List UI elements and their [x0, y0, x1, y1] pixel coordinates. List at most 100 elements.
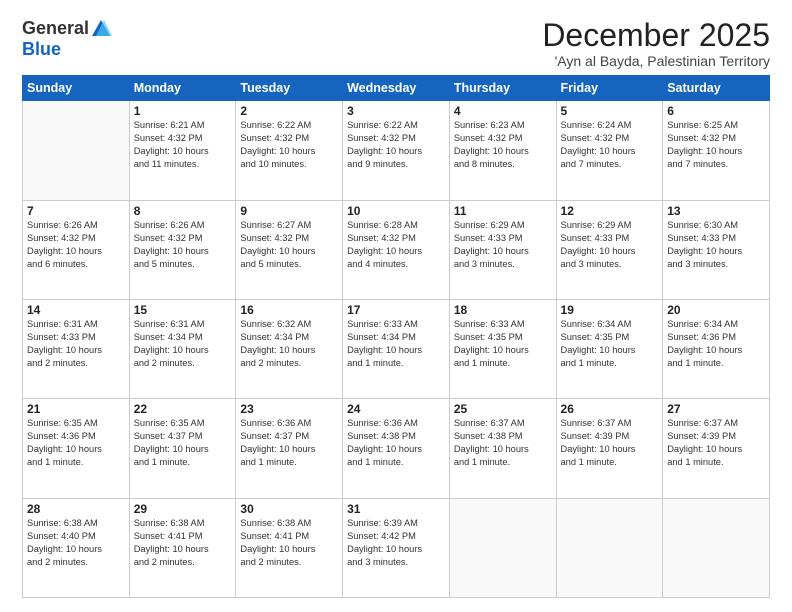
- day-cell: 17Sunrise: 6:33 AMSunset: 4:34 PMDayligh…: [343, 299, 450, 398]
- week-row-1: 1Sunrise: 6:21 AMSunset: 4:32 PMDaylight…: [23, 101, 770, 200]
- day-cell: 24Sunrise: 6:36 AMSunset: 4:38 PMDayligh…: [343, 399, 450, 498]
- day-number: 29: [134, 502, 232, 516]
- day-cell: 1Sunrise: 6:21 AMSunset: 4:32 PMDaylight…: [129, 101, 236, 200]
- day-number: 4: [454, 104, 552, 118]
- day-cell: 7Sunrise: 6:26 AMSunset: 4:32 PMDaylight…: [23, 200, 130, 299]
- header: General Blue December 2025 'Ayn al Bayda…: [22, 18, 770, 69]
- day-number: 30: [240, 502, 338, 516]
- calendar-page: General Blue December 2025 'Ayn al Bayda…: [0, 0, 792, 612]
- weekday-header-sunday: Sunday: [23, 76, 130, 101]
- day-number: 16: [240, 303, 338, 317]
- day-cell: 27Sunrise: 6:37 AMSunset: 4:39 PMDayligh…: [663, 399, 770, 498]
- day-cell: [23, 101, 130, 200]
- day-cell: 12Sunrise: 6:29 AMSunset: 4:33 PMDayligh…: [556, 200, 663, 299]
- day-info: Sunrise: 6:27 AMSunset: 4:32 PMDaylight:…: [240, 219, 338, 271]
- day-info: Sunrise: 6:32 AMSunset: 4:34 PMDaylight:…: [240, 318, 338, 370]
- day-cell: 2Sunrise: 6:22 AMSunset: 4:32 PMDaylight…: [236, 101, 343, 200]
- day-info: Sunrise: 6:33 AMSunset: 4:35 PMDaylight:…: [454, 318, 552, 370]
- day-cell: 16Sunrise: 6:32 AMSunset: 4:34 PMDayligh…: [236, 299, 343, 398]
- day-number: 23: [240, 402, 338, 416]
- week-row-3: 14Sunrise: 6:31 AMSunset: 4:33 PMDayligh…: [23, 299, 770, 398]
- weekday-header-tuesday: Tuesday: [236, 76, 343, 101]
- day-number: 28: [27, 502, 125, 516]
- day-info: Sunrise: 6:29 AMSunset: 4:33 PMDaylight:…: [561, 219, 659, 271]
- day-cell: 29Sunrise: 6:38 AMSunset: 4:41 PMDayligh…: [129, 498, 236, 597]
- day-cell: 20Sunrise: 6:34 AMSunset: 4:36 PMDayligh…: [663, 299, 770, 398]
- day-info: Sunrise: 6:31 AMSunset: 4:33 PMDaylight:…: [27, 318, 125, 370]
- day-cell: 26Sunrise: 6:37 AMSunset: 4:39 PMDayligh…: [556, 399, 663, 498]
- day-number: 5: [561, 104, 659, 118]
- day-cell: [449, 498, 556, 597]
- day-info: Sunrise: 6:37 AMSunset: 4:39 PMDaylight:…: [667, 417, 765, 469]
- calendar-table: SundayMondayTuesdayWednesdayThursdayFrid…: [22, 75, 770, 598]
- day-cell: 14Sunrise: 6:31 AMSunset: 4:33 PMDayligh…: [23, 299, 130, 398]
- day-info: Sunrise: 6:21 AMSunset: 4:32 PMDaylight:…: [134, 119, 232, 171]
- day-cell: 6Sunrise: 6:25 AMSunset: 4:32 PMDaylight…: [663, 101, 770, 200]
- day-cell: 21Sunrise: 6:35 AMSunset: 4:36 PMDayligh…: [23, 399, 130, 498]
- day-number: 27: [667, 402, 765, 416]
- day-number: 21: [27, 402, 125, 416]
- day-info: Sunrise: 6:22 AMSunset: 4:32 PMDaylight:…: [240, 119, 338, 171]
- weekday-header-friday: Friday: [556, 76, 663, 101]
- title-block: December 2025 'Ayn al Bayda, Palestinian…: [542, 18, 770, 69]
- day-number: 10: [347, 204, 445, 218]
- week-row-5: 28Sunrise: 6:38 AMSunset: 4:40 PMDayligh…: [23, 498, 770, 597]
- day-info: Sunrise: 6:36 AMSunset: 4:37 PMDaylight:…: [240, 417, 338, 469]
- logo-icon: [90, 18, 112, 40]
- day-info: Sunrise: 6:23 AMSunset: 4:32 PMDaylight:…: [454, 119, 552, 171]
- day-info: Sunrise: 6:28 AMSunset: 4:32 PMDaylight:…: [347, 219, 445, 271]
- day-cell: 22Sunrise: 6:35 AMSunset: 4:37 PMDayligh…: [129, 399, 236, 498]
- day-number: 3: [347, 104, 445, 118]
- day-info: Sunrise: 6:30 AMSunset: 4:33 PMDaylight:…: [667, 219, 765, 271]
- day-number: 11: [454, 204, 552, 218]
- day-info: Sunrise: 6:38 AMSunset: 4:41 PMDaylight:…: [240, 517, 338, 569]
- day-info: Sunrise: 6:34 AMSunset: 4:35 PMDaylight:…: [561, 318, 659, 370]
- calendar-title: December 2025: [542, 18, 770, 53]
- day-cell: [663, 498, 770, 597]
- day-number: 7: [27, 204, 125, 218]
- day-info: Sunrise: 6:38 AMSunset: 4:40 PMDaylight:…: [27, 517, 125, 569]
- day-cell: 28Sunrise: 6:38 AMSunset: 4:40 PMDayligh…: [23, 498, 130, 597]
- day-number: 25: [454, 402, 552, 416]
- day-info: Sunrise: 6:26 AMSunset: 4:32 PMDaylight:…: [27, 219, 125, 271]
- day-number: 19: [561, 303, 659, 317]
- day-info: Sunrise: 6:33 AMSunset: 4:34 PMDaylight:…: [347, 318, 445, 370]
- weekday-header-saturday: Saturday: [663, 76, 770, 101]
- day-cell: 23Sunrise: 6:36 AMSunset: 4:37 PMDayligh…: [236, 399, 343, 498]
- day-number: 18: [454, 303, 552, 317]
- day-number: 2: [240, 104, 338, 118]
- day-cell: 13Sunrise: 6:30 AMSunset: 4:33 PMDayligh…: [663, 200, 770, 299]
- day-cell: 30Sunrise: 6:38 AMSunset: 4:41 PMDayligh…: [236, 498, 343, 597]
- day-info: Sunrise: 6:26 AMSunset: 4:32 PMDaylight:…: [134, 219, 232, 271]
- logo: General Blue: [22, 18, 112, 60]
- day-info: Sunrise: 6:29 AMSunset: 4:33 PMDaylight:…: [454, 219, 552, 271]
- day-number: 31: [347, 502, 445, 516]
- day-info: Sunrise: 6:36 AMSunset: 4:38 PMDaylight:…: [347, 417, 445, 469]
- day-info: Sunrise: 6:31 AMSunset: 4:34 PMDaylight:…: [134, 318, 232, 370]
- day-info: Sunrise: 6:39 AMSunset: 4:42 PMDaylight:…: [347, 517, 445, 569]
- day-info: Sunrise: 6:34 AMSunset: 4:36 PMDaylight:…: [667, 318, 765, 370]
- day-cell: 4Sunrise: 6:23 AMSunset: 4:32 PMDaylight…: [449, 101, 556, 200]
- day-number: 8: [134, 204, 232, 218]
- weekday-header-wednesday: Wednesday: [343, 76, 450, 101]
- weekday-header-monday: Monday: [129, 76, 236, 101]
- day-cell: 10Sunrise: 6:28 AMSunset: 4:32 PMDayligh…: [343, 200, 450, 299]
- day-info: Sunrise: 6:35 AMSunset: 4:36 PMDaylight:…: [27, 417, 125, 469]
- day-number: 13: [667, 204, 765, 218]
- day-cell: 9Sunrise: 6:27 AMSunset: 4:32 PMDaylight…: [236, 200, 343, 299]
- day-number: 6: [667, 104, 765, 118]
- day-cell: 8Sunrise: 6:26 AMSunset: 4:32 PMDaylight…: [129, 200, 236, 299]
- day-info: Sunrise: 6:37 AMSunset: 4:39 PMDaylight:…: [561, 417, 659, 469]
- day-number: 26: [561, 402, 659, 416]
- day-number: 15: [134, 303, 232, 317]
- day-info: Sunrise: 6:35 AMSunset: 4:37 PMDaylight:…: [134, 417, 232, 469]
- day-number: 9: [240, 204, 338, 218]
- day-cell: 11Sunrise: 6:29 AMSunset: 4:33 PMDayligh…: [449, 200, 556, 299]
- day-number: 24: [347, 402, 445, 416]
- day-info: Sunrise: 6:25 AMSunset: 4:32 PMDaylight:…: [667, 119, 765, 171]
- day-info: Sunrise: 6:38 AMSunset: 4:41 PMDaylight:…: [134, 517, 232, 569]
- day-cell: 3Sunrise: 6:22 AMSunset: 4:32 PMDaylight…: [343, 101, 450, 200]
- day-cell: 18Sunrise: 6:33 AMSunset: 4:35 PMDayligh…: [449, 299, 556, 398]
- weekday-header-row: SundayMondayTuesdayWednesdayThursdayFrid…: [23, 76, 770, 101]
- day-number: 14: [27, 303, 125, 317]
